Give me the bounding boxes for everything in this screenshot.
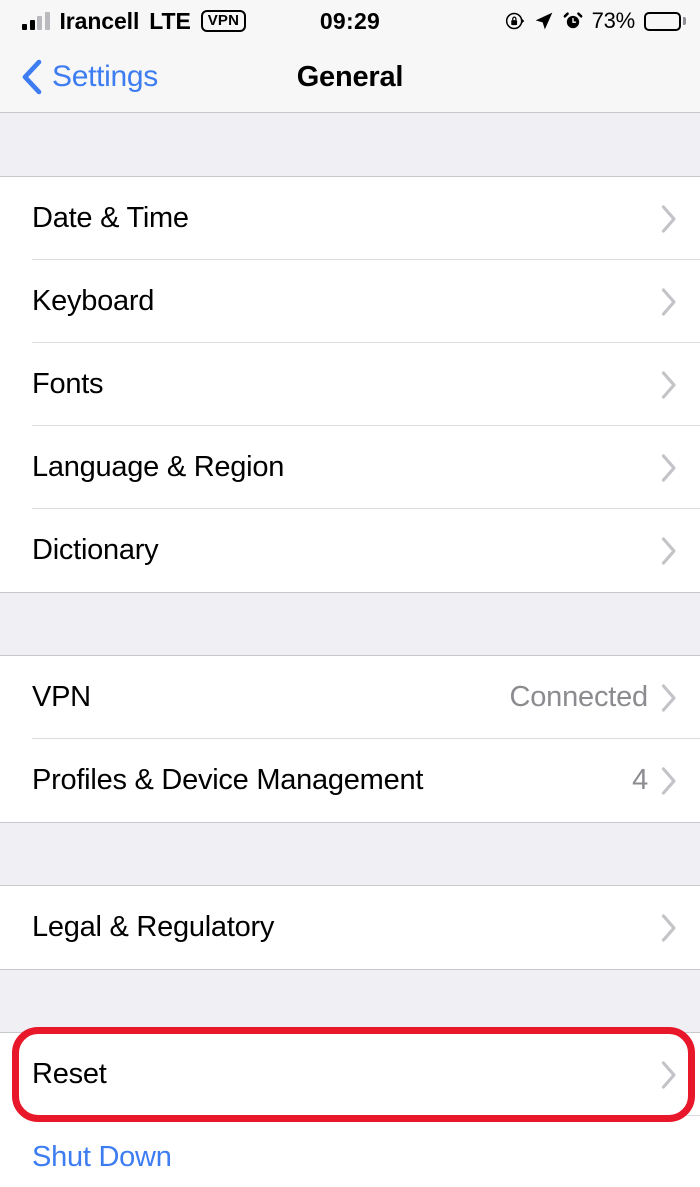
list-item-value: 4 (632, 764, 648, 796)
group-gap (0, 822, 700, 886)
back-button-label: Settings (52, 60, 158, 93)
navigation-bar: Settings General (0, 42, 700, 113)
status-bar-left: Irancell LTE VPN (22, 7, 247, 34)
back-button[interactable]: Settings (0, 59, 158, 95)
chevron-right-icon (660, 536, 678, 566)
battery-percent: 73% (591, 8, 636, 33)
list-item-label: Shut Down (32, 1141, 172, 1173)
list-item[interactable]: Reset (0, 1033, 700, 1116)
list-item-label: Fonts (32, 368, 104, 400)
group-locale: Date & Time Keyboard Fonts Language & Regio… (0, 177, 700, 592)
carrier-name: Irancell (59, 7, 140, 34)
settings-groups: Date & Time Keyboard Fonts Language & Regio… (0, 177, 700, 1187)
group-legal: Legal & Regulatory (0, 886, 700, 969)
list-item[interactable]: VPN Connected (0, 656, 700, 739)
group-reset: Reset Shut Down (0, 1033, 700, 1187)
list-item-label: Reset (32, 1058, 107, 1090)
vpn-badge: VPN (200, 10, 247, 32)
group-gap-top (0, 113, 700, 177)
list-item-label: Dictionary (32, 534, 159, 566)
clock-time: 09:29 (319, 7, 381, 34)
group-gap (0, 592, 700, 656)
group-network: VPN Connected Profiles & Device Management… (0, 656, 700, 822)
battery-icon (644, 11, 686, 31)
iphone-screen: Irancell LTE VPN 09:29 73% Settings Gene… (0, 0, 700, 1187)
status-bar: Irancell LTE VPN 09:29 73% (0, 0, 700, 42)
list-item[interactable]: Legal & Regulatory (0, 886, 700, 969)
rotation-lock-icon (505, 11, 525, 31)
status-bar-right: 73% (505, 8, 686, 34)
location-arrow-icon (534, 11, 554, 31)
chevron-right-icon (660, 913, 678, 943)
list-item-label: Profiles & Device Management (32, 764, 424, 796)
list-item[interactable]: Language & Region (0, 426, 700, 509)
list-item-label: Date & Time (32, 202, 189, 234)
signal-bars-icon (22, 12, 50, 30)
list-item[interactable]: Keyboard (0, 260, 700, 343)
list-item-label: Language & Region (32, 451, 285, 483)
list-item[interactable]: Fonts (0, 343, 700, 426)
list-item[interactable]: Shut Down (0, 1116, 700, 1187)
group-gap (0, 969, 700, 1033)
list-item-label: Legal & Regulatory (32, 911, 275, 943)
list-item[interactable]: Date & Time (0, 177, 700, 260)
network-type: LTE (149, 7, 191, 34)
chevron-left-icon (21, 59, 43, 95)
chevron-right-icon (660, 370, 678, 400)
list-item[interactable]: Dictionary (0, 509, 700, 592)
chevron-right-icon (660, 287, 678, 317)
chevron-right-icon (660, 204, 678, 234)
settings-list: Date & Time Keyboard Fonts Language & Regio… (0, 113, 700, 1187)
chevron-right-icon (660, 453, 678, 483)
list-item-label: VPN (32, 681, 91, 713)
chevron-right-icon (660, 766, 678, 796)
list-item[interactable]: Profiles & Device Management 4 (0, 739, 700, 822)
chevron-right-icon (660, 683, 678, 713)
list-item-value: Connected (509, 681, 649, 713)
chevron-right-icon (660, 1060, 678, 1090)
alarm-clock-icon (563, 11, 583, 31)
list-item-label: Keyboard (32, 285, 155, 317)
